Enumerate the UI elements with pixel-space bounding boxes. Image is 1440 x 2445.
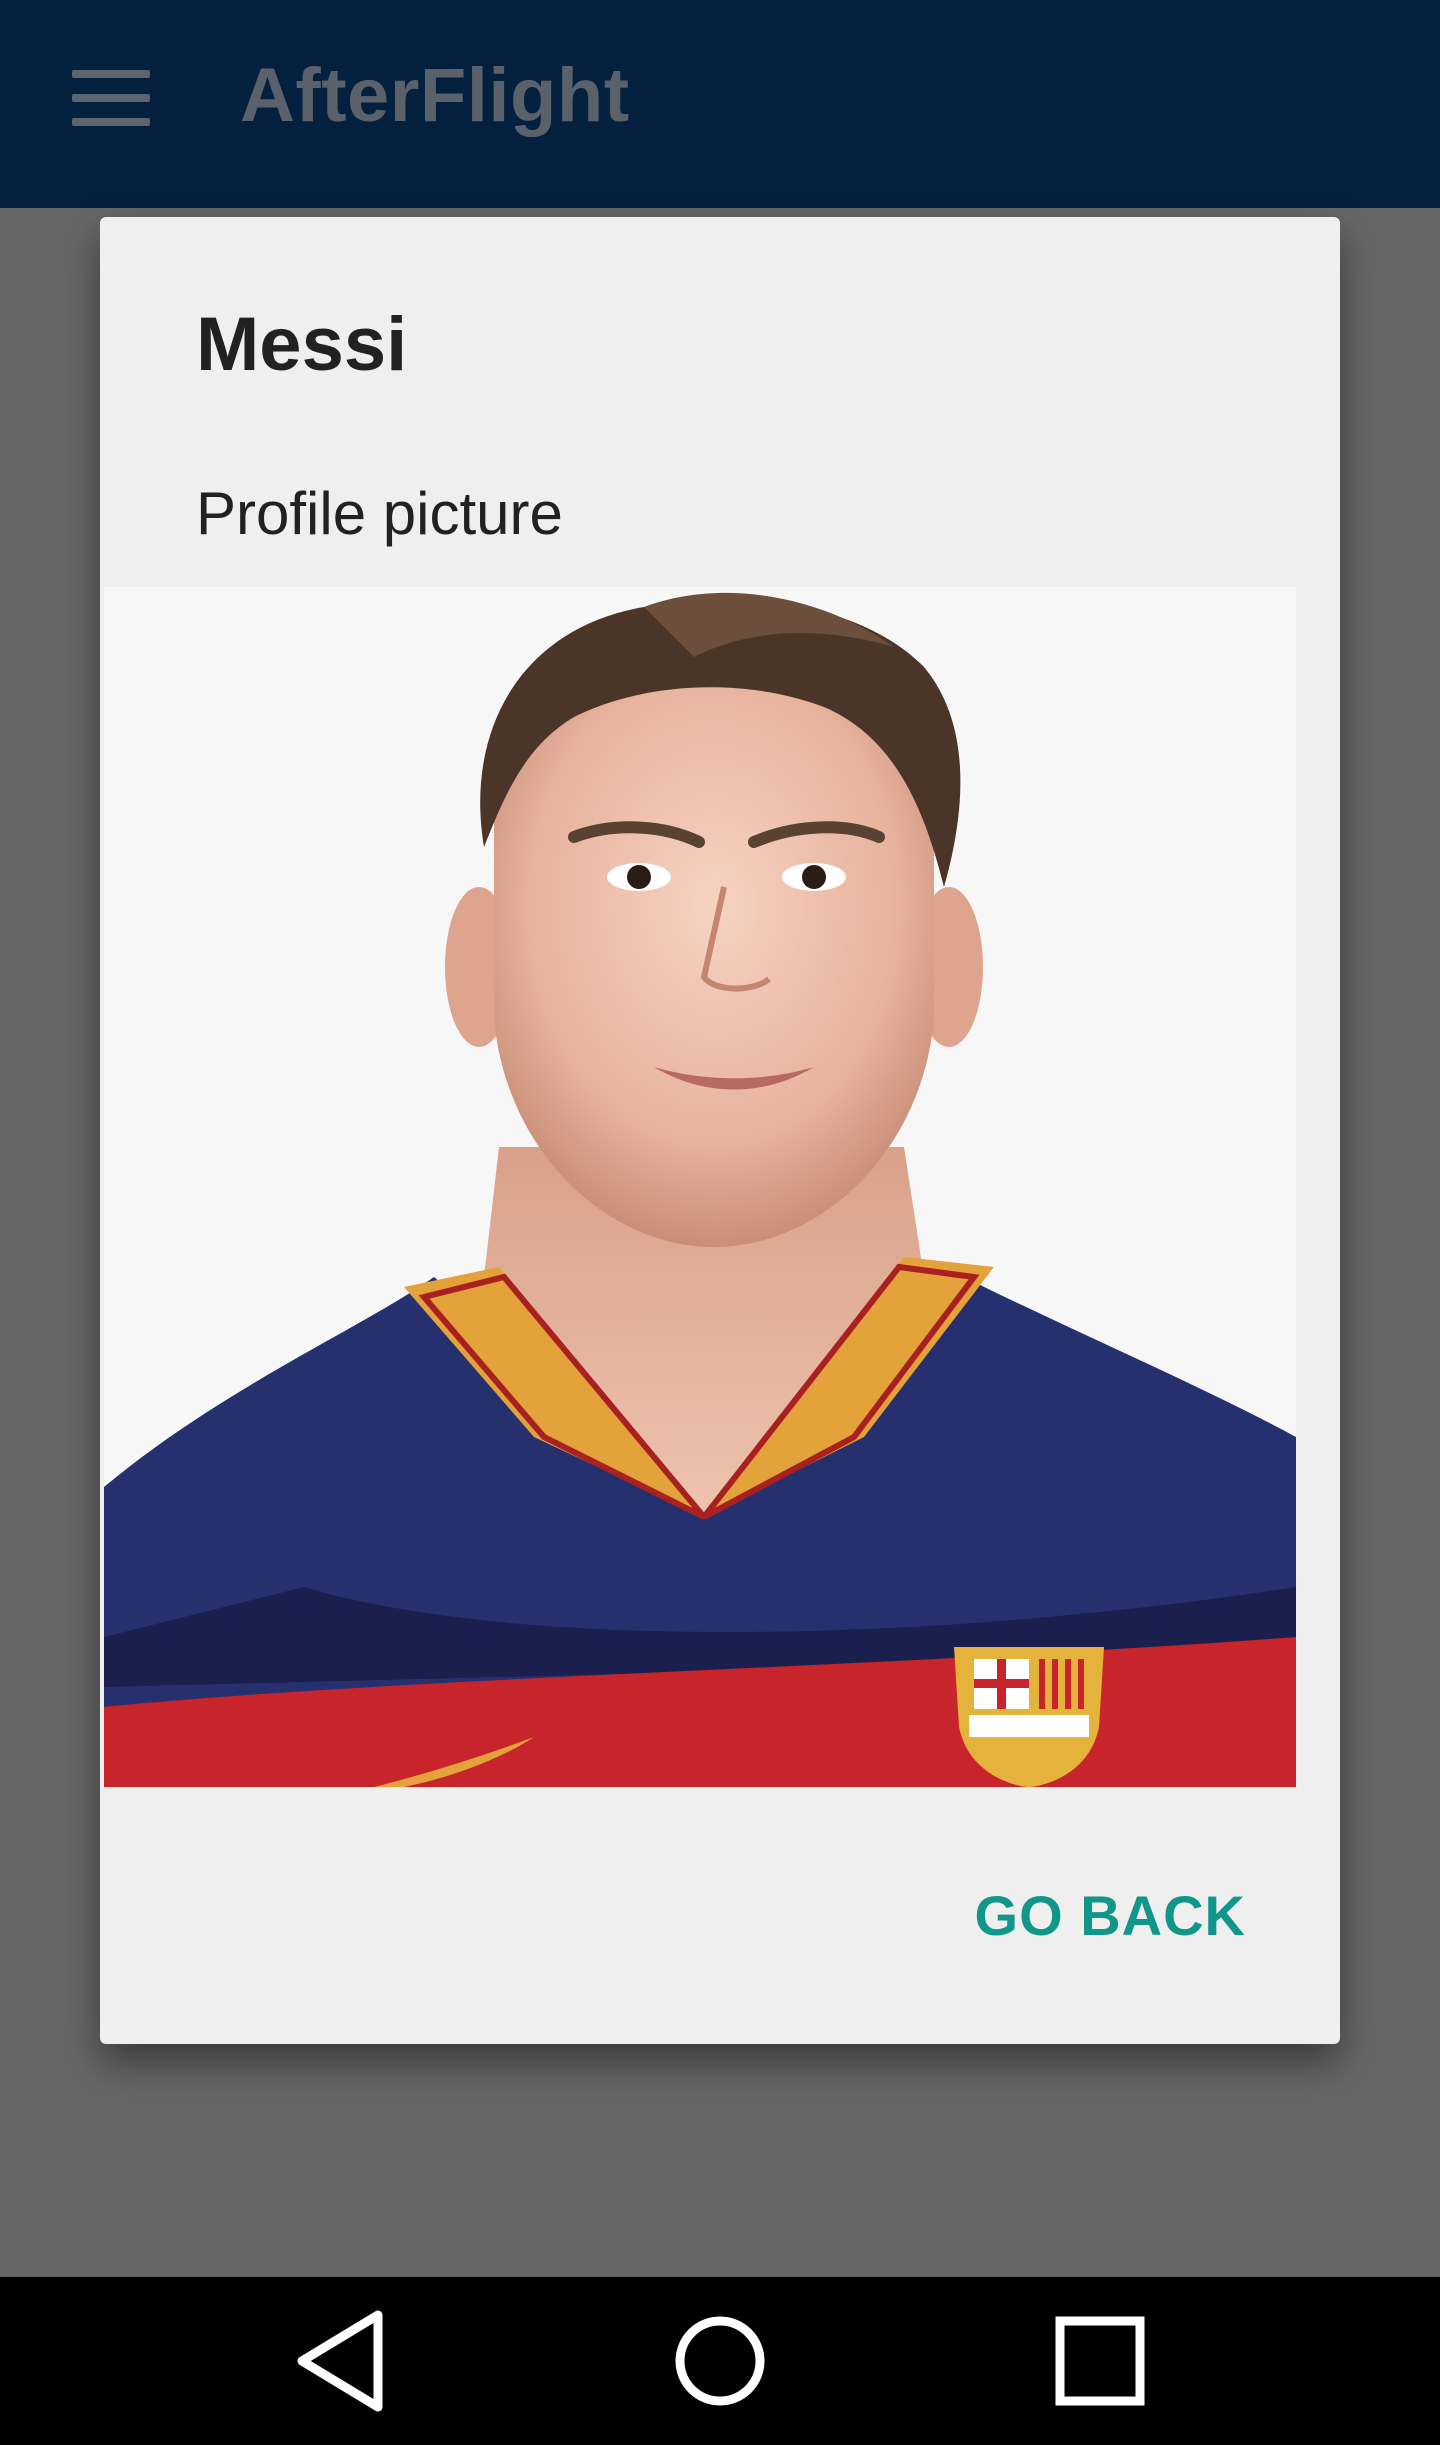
app-bar: AfterFlight — [0, 0, 1440, 208]
home-circle-icon[interactable] — [658, 2299, 782, 2423]
app-title: AfterFlight — [240, 53, 630, 138]
profile-picture — [104, 587, 1296, 1787]
hamburger-menu-icon[interactable] — [72, 70, 150, 126]
back-triangle-icon[interactable] — [278, 2299, 402, 2423]
system-nav-bar — [0, 2277, 1440, 2445]
profile-dialog: Messi Profile picture GO BACK — [100, 217, 1340, 2044]
recents-square-icon[interactable] — [1038, 2299, 1162, 2423]
go-back-button[interactable]: GO BACK — [975, 1883, 1246, 1948]
dialog-title: Messi — [196, 302, 408, 387]
dialog-subtitle: Profile picture — [196, 480, 563, 547]
